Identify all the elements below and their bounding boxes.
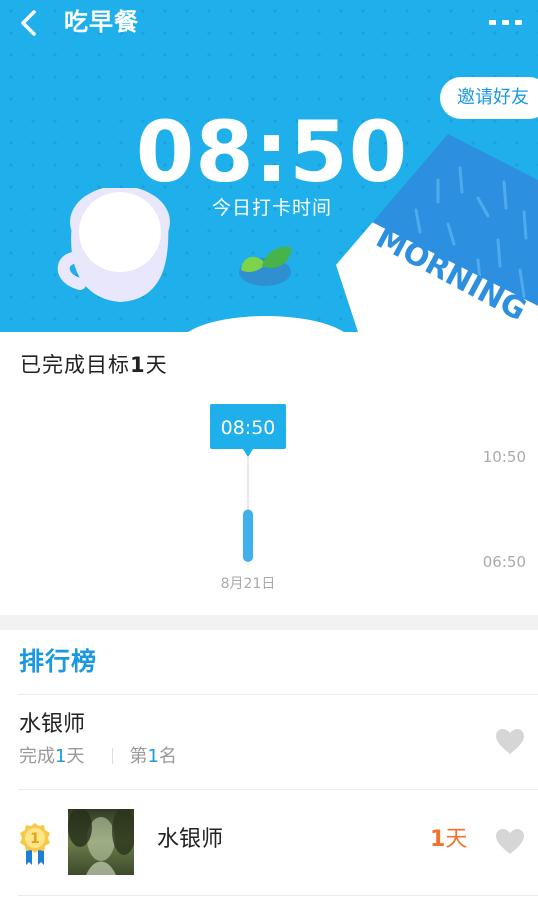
medal-rank: 1 bbox=[30, 831, 40, 847]
row-days-count: 1 bbox=[430, 827, 446, 852]
y-bottom-label: 06:50 bbox=[483, 553, 526, 571]
avatar[interactable] bbox=[68, 809, 134, 875]
divider bbox=[18, 694, 538, 695]
my-like-button[interactable] bbox=[496, 729, 524, 755]
my-rank-prefix: 第 bbox=[129, 746, 148, 767]
heart-icon bbox=[496, 829, 524, 854]
gold-medal-icon: 1 bbox=[20, 823, 50, 865]
back-chevron-icon bbox=[21, 10, 36, 36]
more-dots-icon bbox=[489, 20, 522, 25]
more-button[interactable] bbox=[488, 12, 524, 34]
my-stats: 完成1天 第1名 bbox=[19, 745, 177, 769]
my-done-suffix: 天 bbox=[66, 746, 85, 767]
checkin-time: 08:50 bbox=[135, 103, 409, 201]
ranking-title: 排行榜 bbox=[19, 647, 98, 676]
hero-banner: 吃早餐 MORNING 邀请好友 08:50 今日打卡时间 bbox=[0, 0, 538, 332]
progress-section: 已完成目标1天 08:50 10:50 06:50 8月21日 bbox=[0, 332, 538, 615]
tooltip-arrow bbox=[243, 449, 253, 457]
ranking-row[interactable]: 1 水银师 1天 bbox=[0, 790, 538, 896]
goal-suffix: 天 bbox=[145, 353, 168, 377]
my-rank: 1 bbox=[147, 746, 159, 767]
heart-icon bbox=[496, 729, 524, 754]
goal-days: 1 bbox=[130, 353, 146, 377]
tooltip-text: 08:50 bbox=[221, 417, 276, 439]
checkin-chart: 08:50 10:50 06:50 8月21日 bbox=[210, 404, 526, 592]
page-title: 吃早餐 bbox=[64, 8, 139, 36]
row-name: 水银师 bbox=[157, 827, 224, 852]
stats-separator bbox=[112, 748, 114, 764]
row-days-unit: 天 bbox=[445, 827, 468, 852]
y-top-label: 10:50 bbox=[483, 448, 526, 466]
row-days: 1天 bbox=[430, 825, 467, 855]
divider bbox=[18, 895, 538, 896]
my-rank-suffix: 名 bbox=[158, 746, 177, 767]
back-button[interactable] bbox=[12, 6, 46, 40]
my-name: 水银师 bbox=[19, 712, 86, 737]
goal-summary: 已完成目标1天 bbox=[20, 350, 168, 380]
goal-prefix: 已完成目标 bbox=[20, 353, 130, 377]
my-done-prefix: 完成 bbox=[19, 746, 55, 767]
checkin-bar bbox=[243, 509, 253, 562]
leaf-bowl-icon bbox=[239, 246, 292, 286]
x-date-label: 8月21日 bbox=[221, 576, 276, 592]
avatar-image bbox=[68, 809, 134, 875]
top-bar: 吃早餐 bbox=[0, 0, 538, 46]
my-done-days: 1 bbox=[55, 746, 67, 767]
row-like-button[interactable] bbox=[496, 829, 524, 855]
section-gap bbox=[0, 615, 538, 630]
checkin-time-label: 今日打卡时间 bbox=[211, 197, 332, 219]
